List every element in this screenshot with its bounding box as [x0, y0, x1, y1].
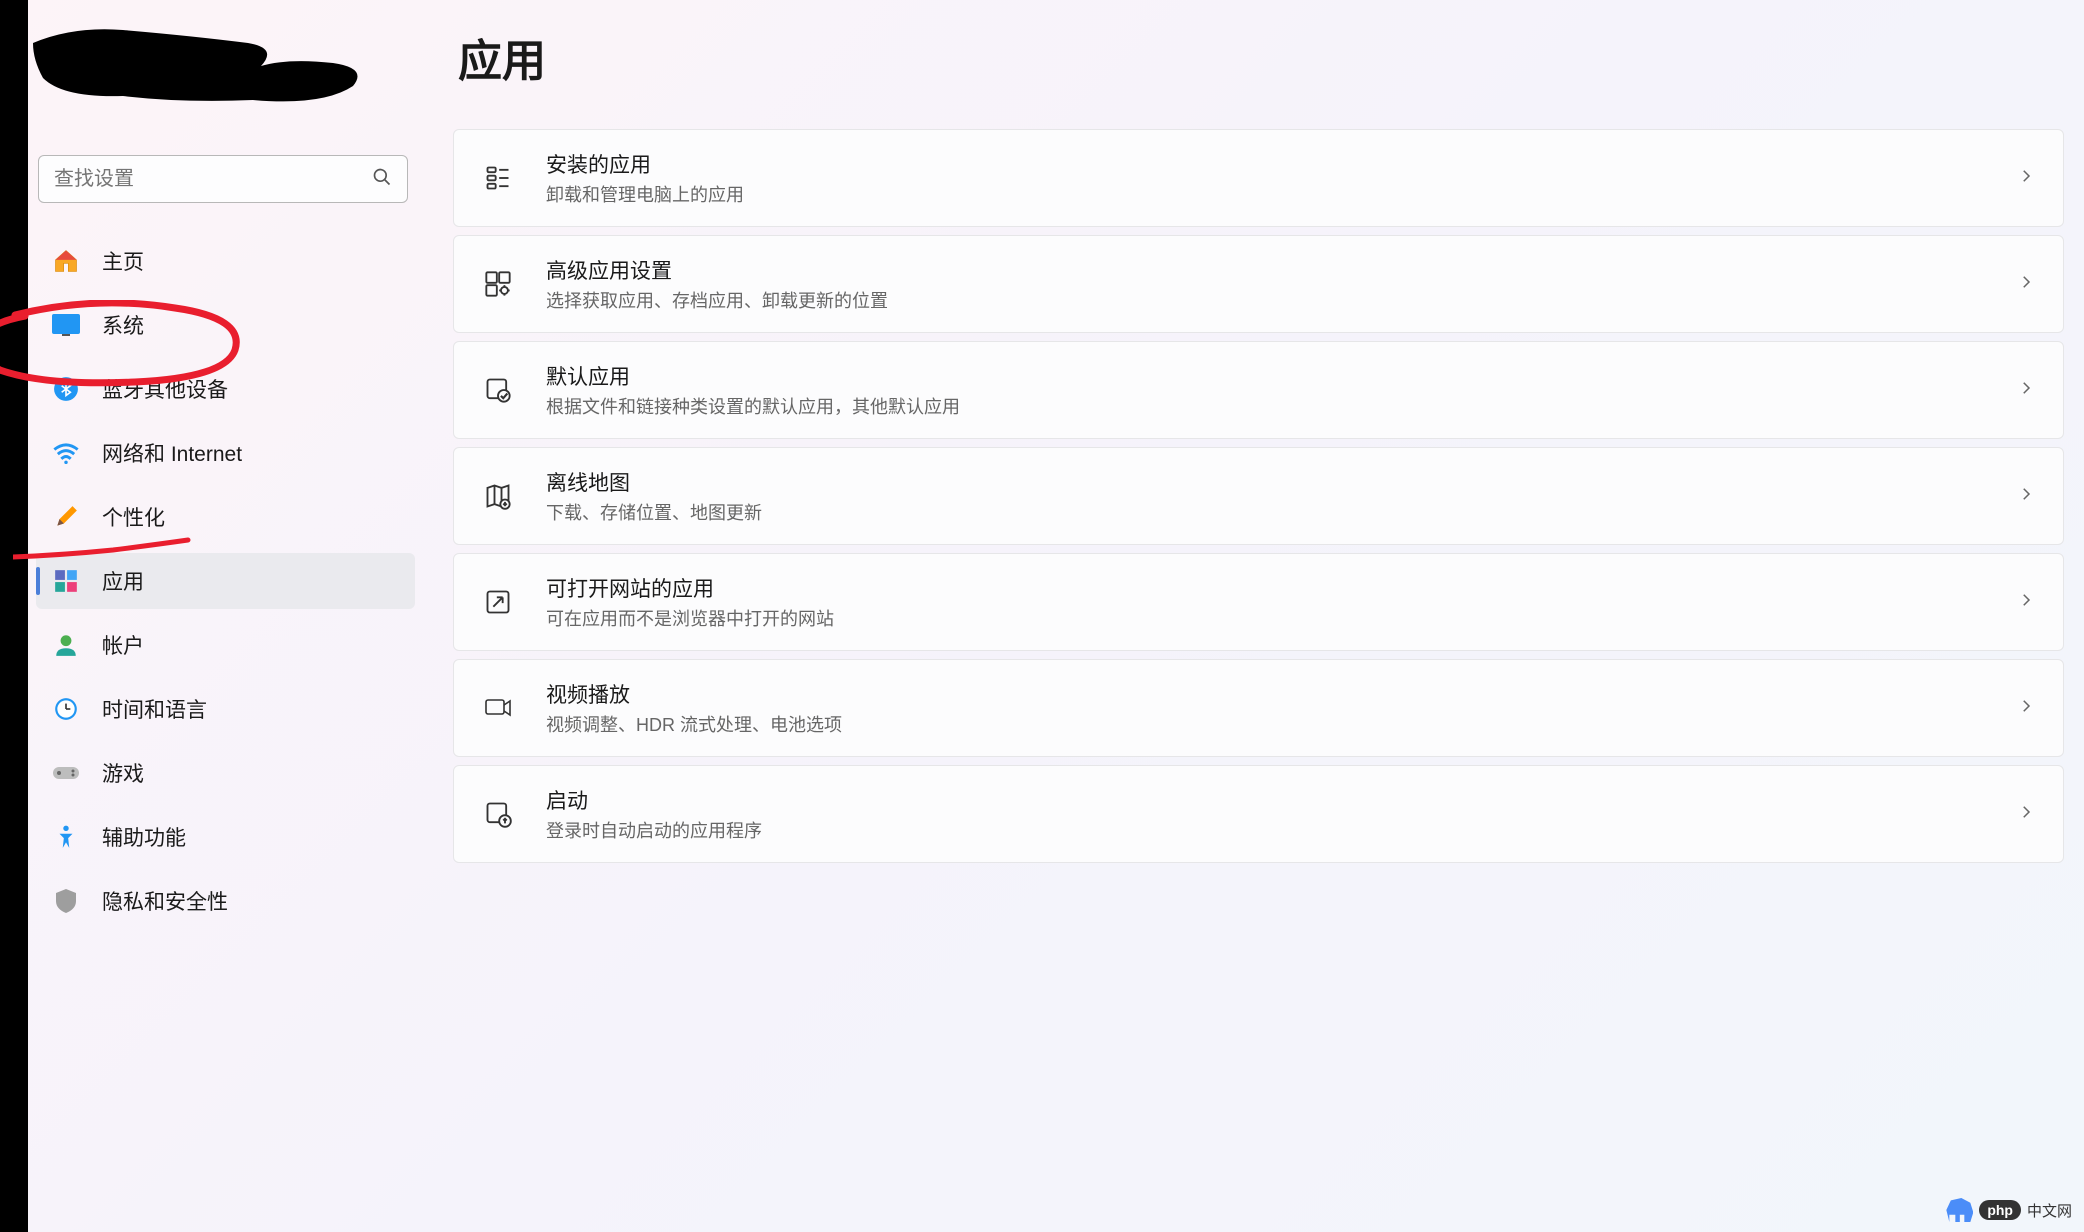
nav-list: 主页 系统 蓝牙其他设备 网络和 Internet	[28, 233, 423, 929]
item-desc: 卸载和管理电脑上的应用	[546, 181, 2017, 207]
main-content: 应用 安装的应用 卸载和管理电脑上的应用 高级应用设置	[423, 0, 2084, 1232]
settings-item-installed-apps[interactable]: 安装的应用 卸载和管理电脑上的应用	[453, 129, 2064, 227]
item-desc: 选择获取应用、存档应用、卸载更新的位置	[546, 287, 2017, 313]
item-desc: 根据文件和链接种类设置的默认应用，其他默认应用	[546, 393, 2017, 419]
item-desc: 下载、存储位置、地图更新	[546, 499, 2017, 525]
sidebar-item-apps[interactable]: 应用	[36, 553, 415, 609]
settings-item-website-apps[interactable]: 可打开网站的应用 可在应用而不是浏览器中打开的网站	[453, 553, 2064, 651]
apps-icon	[50, 565, 82, 597]
item-title: 默认应用	[546, 361, 2017, 391]
watermark-text: 中文网	[2027, 1200, 2072, 1221]
sidebar-item-label: 主页	[102, 246, 144, 276]
system-icon	[50, 309, 82, 341]
settings-item-video[interactable]: 视频播放 视频调整、HDR 流式处理、电池选项	[453, 659, 2064, 757]
sidebar-item-label: 网络和 Internet	[102, 438, 242, 468]
sidebar-item-label: 应用	[102, 566, 144, 596]
sidebar-item-personalization[interactable]: 个性化	[36, 489, 415, 545]
sidebar-item-label: 系统	[102, 310, 144, 340]
personalize-icon	[50, 501, 82, 533]
sidebar-item-label: 游戏	[102, 758, 144, 788]
maps-icon	[482, 480, 514, 512]
item-text: 视频播放 视频调整、HDR 流式处理、电池选项	[546, 679, 2017, 737]
sidebar-item-system[interactable]: 系统	[36, 297, 415, 353]
advanced-settings-icon	[482, 268, 514, 300]
video-icon	[482, 692, 514, 724]
item-text: 离线地图 下载、存储位置、地图更新	[546, 467, 2017, 525]
watermark-logo	[1943, 1198, 1973, 1222]
item-desc: 登录时自动启动的应用程序	[546, 817, 2017, 843]
watermark-brand: php	[1979, 1200, 2021, 1220]
privacy-icon	[50, 885, 82, 917]
item-title: 视频播放	[546, 679, 2017, 709]
settings-item-default-apps[interactable]: 默认应用 根据文件和链接种类设置的默认应用，其他默认应用	[453, 341, 2064, 439]
chevron-right-icon	[2017, 591, 2035, 614]
sidebar-item-time[interactable]: 时间和语言	[36, 681, 415, 737]
item-text: 启动 登录时自动启动的应用程序	[546, 785, 2017, 843]
time-icon	[50, 693, 82, 725]
page-title: 应用	[458, 25, 2064, 89]
item-text: 可打开网站的应用 可在应用而不是浏览器中打开的网站	[546, 573, 2017, 631]
chevron-right-icon	[2017, 697, 2035, 720]
sidebar-item-privacy[interactable]: 隐私和安全性	[36, 873, 415, 929]
chevron-right-icon	[2017, 273, 2035, 296]
settings-item-advanced[interactable]: 高级应用设置 选择获取应用、存档应用、卸载更新的位置	[453, 235, 2064, 333]
sidebar-item-home[interactable]: 主页	[36, 233, 415, 289]
item-title: 可打开网站的应用	[546, 573, 2017, 603]
wifi-icon	[50, 437, 82, 469]
item-title: 启动	[546, 785, 2017, 815]
item-desc: 视频调整、HDR 流式处理、电池选项	[546, 711, 2017, 737]
accessibility-icon	[50, 821, 82, 853]
sidebar-item-label: 帐户	[102, 630, 144, 660]
sidebar-item-network[interactable]: 网络和 Internet	[36, 425, 415, 481]
chevron-right-icon	[2017, 167, 2035, 190]
search-box[interactable]	[38, 155, 408, 203]
settings-list: 安装的应用 卸载和管理电脑上的应用 高级应用设置 选择获取应用、存档应用、卸载更…	[453, 129, 2064, 863]
sidebar-item-label: 辅助功能	[102, 822, 186, 852]
item-text: 高级应用设置 选择获取应用、存档应用、卸载更新的位置	[546, 255, 2017, 313]
item-title: 安装的应用	[546, 149, 2017, 179]
sidebar-item-gaming[interactable]: 游戏	[36, 745, 415, 801]
item-title: 高级应用设置	[546, 255, 2017, 285]
chevron-right-icon	[2017, 485, 2035, 508]
sidebar-item-label: 时间和语言	[102, 694, 207, 724]
search-input[interactable]	[54, 168, 372, 191]
sidebar-item-bluetooth[interactable]: 蓝牙其他设备	[36, 361, 415, 417]
sidebar-item-accounts[interactable]: 帐户	[36, 617, 415, 673]
startup-icon	[482, 798, 514, 830]
account-icon	[50, 629, 82, 661]
settings-item-offline-maps[interactable]: 离线地图 下载、存储位置、地图更新	[453, 447, 2064, 545]
installed-apps-icon	[482, 162, 514, 194]
home-icon	[50, 245, 82, 277]
sidebar-item-label: 个性化	[102, 502, 165, 532]
chevron-right-icon	[2017, 379, 2035, 402]
search-icon	[372, 167, 392, 192]
item-text: 安装的应用 卸载和管理电脑上的应用	[546, 149, 2017, 207]
gaming-icon	[50, 757, 82, 789]
user-info-redacted	[33, 18, 373, 110]
sidebar-item-label: 隐私和安全性	[102, 886, 228, 916]
sidebar: 主页 系统 蓝牙其他设备 网络和 Internet	[28, 0, 423, 1232]
sidebar-item-accessibility[interactable]: 辅助功能	[36, 809, 415, 865]
item-text: 默认应用 根据文件和链接种类设置的默认应用，其他默认应用	[546, 361, 2017, 419]
website-apps-icon	[482, 586, 514, 618]
item-title: 离线地图	[546, 467, 2017, 497]
bluetooth-icon	[50, 373, 82, 405]
watermark: php 中文网	[1943, 1198, 2072, 1222]
window-edge	[0, 0, 28, 1232]
default-apps-icon	[482, 374, 514, 406]
settings-item-startup[interactable]: 启动 登录时自动启动的应用程序	[453, 765, 2064, 863]
sidebar-item-label: 蓝牙其他设备	[102, 374, 228, 404]
chevron-right-icon	[2017, 803, 2035, 826]
item-desc: 可在应用而不是浏览器中打开的网站	[546, 605, 2017, 631]
